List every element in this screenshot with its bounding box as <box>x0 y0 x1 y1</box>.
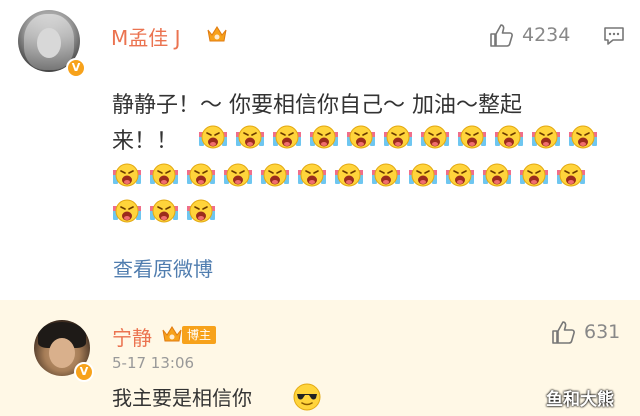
verified-badge: V <box>74 362 94 382</box>
shouting-emoji-icon <box>260 160 290 190</box>
shouting-emoji-icon <box>235 122 265 152</box>
shouting-emoji-icon <box>223 160 253 190</box>
host-tag: 博主 <box>182 326 217 344</box>
shouting-emoji-icon <box>149 196 179 226</box>
shouting-emoji-icon <box>309 122 339 152</box>
shouting-emoji-icon <box>457 122 487 152</box>
shouting-emoji-icon <box>371 160 401 190</box>
shouting-emoji-icon <box>198 122 228 152</box>
shouting-emoji-icon <box>556 160 586 190</box>
reply-like-button[interactable]: 631 <box>550 319 620 345</box>
shouting-emoji-icon <box>112 160 142 190</box>
verified-badge: V <box>66 58 86 78</box>
like-count: 4234 <box>522 24 571 46</box>
reply-icon[interactable] <box>603 26 625 46</box>
shouting-emoji-icon <box>568 122 598 152</box>
shouting-emoji-icon <box>346 122 376 152</box>
shouting-emoji-icon <box>383 122 413 152</box>
shouting-emoji-icon <box>482 160 512 190</box>
shouting-emoji-icon <box>519 160 549 190</box>
comment-text-line1: 静静子！～ 你要相信你自己～ 加油～整起 <box>112 93 522 118</box>
shouting-emoji-icon <box>408 160 438 190</box>
thumbs-up-icon <box>552 321 575 344</box>
shouting-emoji-icon <box>272 122 302 152</box>
view-original-link[interactable]: 查看原微博 <box>113 253 213 282</box>
comment-username[interactable]: M孟佳 J <box>111 22 181 51</box>
shouting-emoji-icon <box>420 122 450 152</box>
reply-like-count: 631 <box>584 321 621 343</box>
shouting-emoji-icon <box>334 160 364 190</box>
shouting-emoji-icon <box>149 160 179 190</box>
sunglasses-emoji-icon <box>293 383 321 411</box>
watermark: 鱼和大熊 <box>546 390 614 410</box>
reply-timestamp: 5-17 13:06 <box>112 354 195 372</box>
thumbs-up-icon <box>490 24 513 47</box>
reply-username[interactable]: 宁静 <box>112 322 152 351</box>
crown-icon <box>162 326 182 342</box>
shouting-emoji-icon <box>297 160 327 190</box>
shouting-emoji-icon <box>112 196 142 226</box>
reply-text: 我主要是相信你 <box>112 386 252 410</box>
shouting-emoji-icon <box>186 160 216 190</box>
shouting-emoji-icon <box>494 122 524 152</box>
like-button[interactable]: 4234 <box>488 22 570 48</box>
crown-icon <box>207 26 227 42</box>
shouting-emoji-icon <box>531 122 561 152</box>
shouting-emoji-icon <box>445 160 475 190</box>
shouting-emoji-icon <box>186 196 216 226</box>
